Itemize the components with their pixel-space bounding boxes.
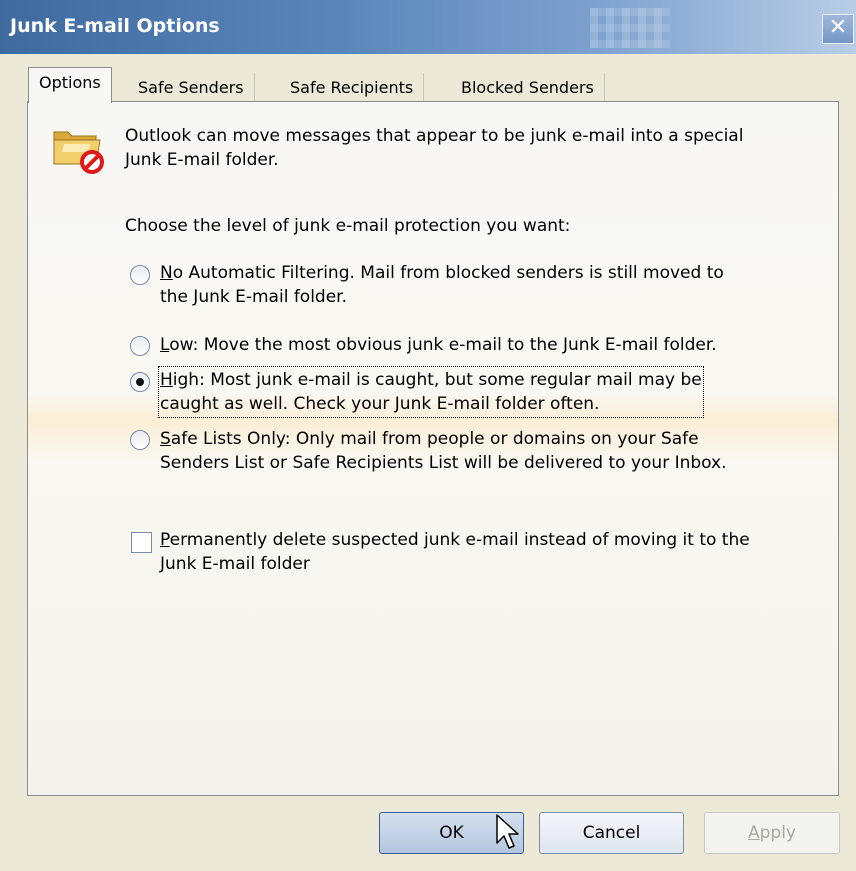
option-line-1: Safe Lists Only: Only mail from people o… bbox=[160, 429, 699, 449]
option-low-label[interactable]: Low: Move the most obvious junk e-mail t… bbox=[160, 333, 717, 357]
option-line-2: the Junk E-mail folder. bbox=[160, 287, 348, 307]
tab-blocked-senders[interactable]: Blocked Senders bbox=[451, 73, 605, 103]
title-bar-pattern bbox=[590, 8, 670, 48]
checkbox-line-2: Junk E-mail folder bbox=[160, 554, 310, 574]
close-icon[interactable]: ✕ bbox=[822, 14, 854, 44]
junk-email-options-dialog: Junk E-mail Options ✕ Options Safe Sende… bbox=[0, 0, 856, 871]
radio-high[interactable] bbox=[130, 372, 150, 392]
tab-options[interactable]: Options bbox=[28, 67, 112, 103]
cancel-button[interactable]: Cancel bbox=[539, 812, 684, 854]
option-line-2: Senders List or Safe Recipients List wil… bbox=[160, 453, 727, 473]
option-line-1: No Automatic Filtering. Mail from blocke… bbox=[160, 263, 724, 283]
radio-safe-lists-only[interactable] bbox=[130, 430, 150, 450]
option-line-1: Low: Move the most obvious junk e-mail t… bbox=[160, 335, 717, 355]
option-safe-lists-only-label[interactable]: Safe Lists Only: Only mail from people o… bbox=[160, 427, 727, 475]
option-high-label[interactable]: High: Most junk e-mail is caught, but so… bbox=[158, 366, 704, 418]
option-line-1: High: Most junk e-mail is caught, but so… bbox=[160, 370, 702, 390]
checkbox-line-1: Permanently delete suspected junk e-mail… bbox=[160, 530, 750, 550]
junk-folder-icon bbox=[53, 131, 104, 174]
mouse-pointer-icon bbox=[496, 814, 519, 849]
option-no-automatic-filtering-label[interactable]: No Automatic Filtering. Mail from blocke… bbox=[160, 261, 724, 309]
protection-level-prompt: Choose the level of junk e-mail protecti… bbox=[125, 216, 571, 236]
intro-line-1: Outlook can move messages that appear to… bbox=[125, 126, 744, 146]
intro-text: Outlook can move messages that appear to… bbox=[125, 124, 743, 172]
option-line-2: caught as well. Check your Junk E-mail f… bbox=[160, 394, 600, 414]
permanently-delete-label[interactable]: Permanently delete suspected junk e-mail… bbox=[160, 528, 750, 576]
title-bar[interactable]: Junk E-mail Options ✕ bbox=[0, 0, 856, 54]
apply-button[interactable]: Apply bbox=[704, 812, 840, 854]
radio-selected-dot bbox=[136, 378, 144, 386]
window-title: Junk E-mail Options bbox=[10, 15, 220, 37]
radio-no-automatic-filtering[interactable] bbox=[130, 265, 150, 285]
tab-safe-recipients[interactable]: Safe Recipients bbox=[280, 73, 425, 103]
permanently-delete-checkbox[interactable] bbox=[131, 532, 152, 553]
radio-low[interactable] bbox=[130, 336, 150, 356]
intro-line-2: Junk E-mail folder. bbox=[125, 150, 279, 170]
tab-safe-senders[interactable]: Safe Senders bbox=[128, 73, 255, 103]
